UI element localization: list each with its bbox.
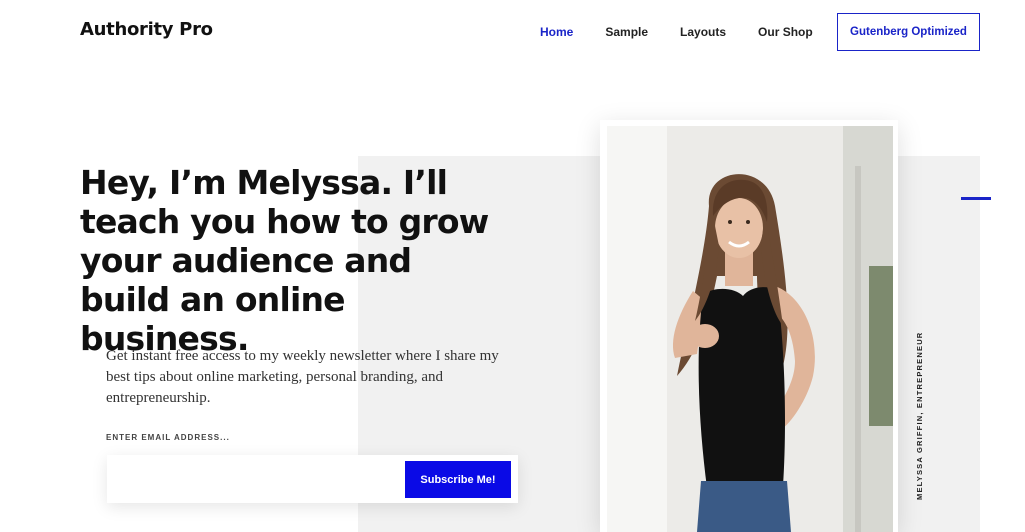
subscribe-button[interactable]: Subscribe Me! <box>405 461 511 498</box>
hero-heading: Hey, I’m Melyssa. I’ll teach you how to … <box>80 163 489 358</box>
accent-bar <box>961 197 991 200</box>
site-logo[interactable]: Authority Pro <box>80 19 213 40</box>
site-header: Authority Pro Home Sample Layouts Our Sh… <box>0 0 1025 64</box>
photo-caption: MELYSSA GRIFFIN, ENTREPRENEUR <box>915 331 924 500</box>
newsletter-form: Subscribe Me! <box>107 455 518 503</box>
hero-description: Get instant free access to my weekly new… <box>106 348 499 406</box>
nav-layouts[interactable]: Layouts <box>680 25 726 39</box>
email-label: ENTER EMAIL ADDRESS... <box>106 433 230 442</box>
gutenberg-optimized-button[interactable]: Gutenberg Optimized <box>837 13 980 51</box>
nav-sample[interactable]: Sample <box>605 25 648 39</box>
hero-portrait-image <box>607 126 893 532</box>
main-nav: Home Sample Layouts Our Shop <box>540 25 845 39</box>
email-input[interactable] <box>107 455 403 503</box>
nav-home[interactable]: Home <box>540 25 573 39</box>
nav-our-shop[interactable]: Our Shop <box>758 25 813 39</box>
